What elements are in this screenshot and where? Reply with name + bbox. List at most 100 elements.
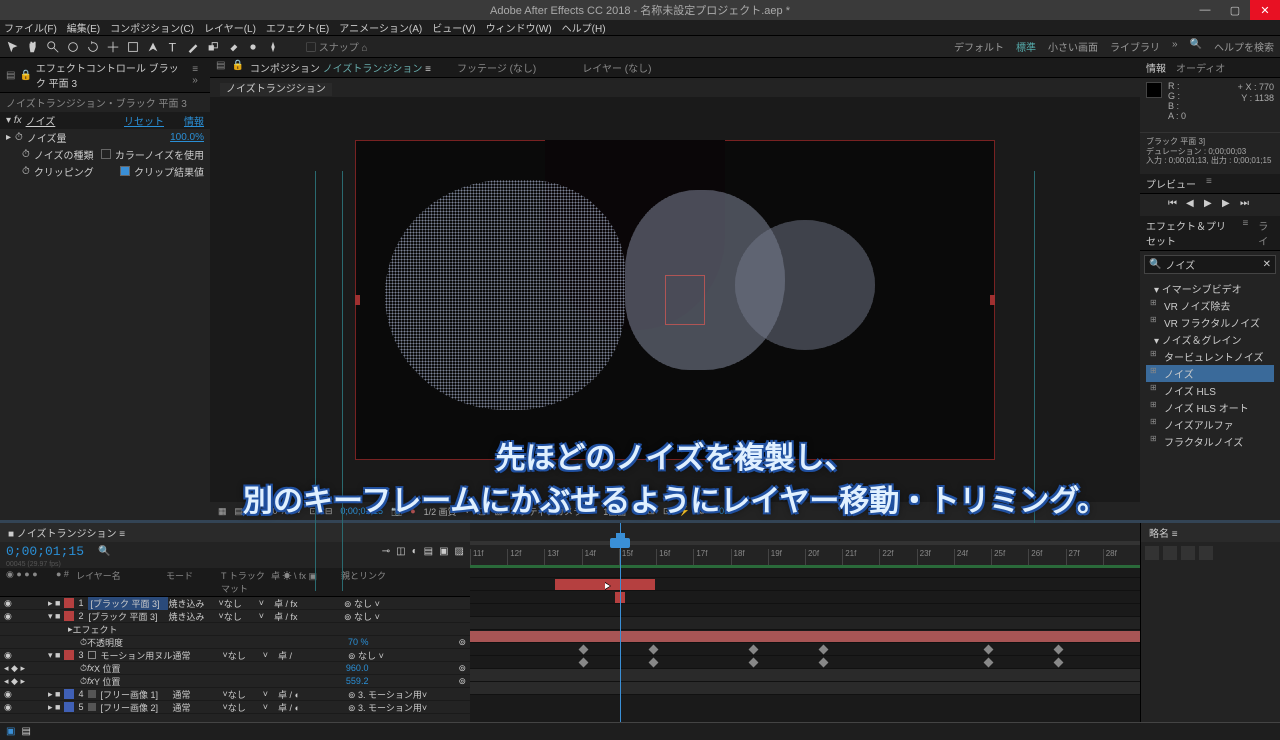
preset-folder[interactable]: ▾ イマーシブビデオ: [1146, 280, 1274, 297]
workspace-small[interactable]: 小さい画面: [1048, 39, 1098, 54]
last-frame-icon[interactable]: ⏭: [1240, 198, 1252, 210]
preset-item[interactable]: ノイズ HLS: [1146, 382, 1274, 399]
lock-icon[interactable]: 🔒: [231, 60, 243, 75]
effect-controls-tab[interactable]: エフェクトコントロール ブラック 平面 3: [36, 60, 188, 90]
preset-search[interactable]: 🔍 ノイズ ✕: [1144, 255, 1276, 274]
selection-tool-icon[interactable]: [6, 40, 20, 54]
stopwatch-icon[interactable]: ⏱: [22, 166, 30, 177]
next-frame-icon[interactable]: ▶: [1222, 198, 1234, 210]
blend-mode[interactable]: 通常: [172, 688, 222, 701]
menu-file[interactable]: ファイル(F): [4, 20, 57, 35]
ruler-tick[interactable]: 25f: [991, 549, 1028, 565]
keyframe[interactable]: [819, 645, 829, 655]
info-tab[interactable]: 情報: [1146, 60, 1166, 75]
orbit-tool-icon[interactable]: [66, 40, 80, 54]
ruler-tick[interactable]: 13f: [544, 549, 581, 565]
align-icon[interactable]: [1181, 546, 1195, 560]
layer-row[interactable]: ◉▾ ■3 モーション用ヌル 通常˅ なし˅ 卓 / ⊚ なし ˅: [0, 649, 470, 662]
menu-window[interactable]: ウィンドウ(W): [486, 20, 552, 35]
preset-item[interactable]: VR ノイズ除去: [1146, 297, 1274, 314]
blend-mode[interactable]: 焼き込み: [168, 610, 218, 623]
ruler-tick[interactable]: 28f: [1103, 549, 1140, 565]
blend-mode[interactable]: 焼き込み: [168, 597, 218, 610]
keyframe[interactable]: [819, 658, 829, 668]
search-icon[interactable]: 🔍: [1190, 39, 1202, 54]
panel-menu-icon[interactable]: ▤: [6, 70, 15, 81]
preset-item[interactable]: ノイズ HLS オート: [1146, 399, 1274, 416]
twirl-icon[interactable]: ▾ fx: [6, 115, 22, 126]
puppet-tool-icon[interactable]: [266, 40, 280, 54]
ruler-tick[interactable]: 17f: [693, 549, 730, 565]
blend-mode[interactable]: 通常: [172, 701, 222, 714]
layer-row[interactable]: ◉▸ ■5 [フリー画像 2] 通常˅ なし˅ 卓 / ◐ ⊚ 3. モーション…: [0, 701, 470, 714]
ruler-tick[interactable]: 15f: [619, 549, 656, 565]
menu-view[interactable]: ビュー(V): [432, 20, 475, 35]
ruler-tick[interactable]: 11f: [470, 549, 507, 565]
track-matte[interactable]: なし: [228, 688, 263, 701]
graph-toggle-icon[interactable]: ▨: [455, 546, 464, 557]
layer-name[interactable]: [ブラック 平面 3]: [88, 597, 168, 610]
stopwatch-icon[interactable]: ⏱: [15, 132, 23, 143]
ruler-tick[interactable]: 18f: [731, 549, 768, 565]
menu-animation[interactable]: アニメーション(A): [339, 20, 422, 35]
keyframe[interactable]: [1054, 645, 1064, 655]
color-label[interactable]: [64, 689, 74, 699]
lock-icon[interactable]: 🔒: [19, 70, 31, 81]
time-ruler[interactable]: 11f12f13f14f15f16f17f18f19f20f21f22f23f2…: [470, 549, 1140, 565]
ruler-tick[interactable]: 21f: [842, 549, 879, 565]
opacity-value[interactable]: 70 %: [348, 637, 369, 647]
property-row[interactable]: ◂ ◆ ▸⏱ fx Y 位置559.2⊚: [0, 675, 470, 688]
snap-label[interactable]: スナップ: [319, 43, 359, 54]
align-icon[interactable]: [1163, 546, 1177, 560]
reset-link[interactable]: リセット: [124, 113, 164, 128]
menu-effect[interactable]: エフェクト(E): [266, 20, 329, 35]
audio-tab[interactable]: オーディオ: [1176, 60, 1225, 75]
libraries-tab[interactable]: ライ: [1258, 218, 1274, 248]
ruler-tick[interactable]: 24f: [954, 549, 991, 565]
effect-name[interactable]: ノイズ: [26, 117, 56, 128]
clear-search-icon[interactable]: ✕: [1263, 259, 1271, 270]
property-row[interactable]: ⏱ 不透明度70 %⊚: [0, 636, 470, 649]
color-label[interactable]: [64, 702, 74, 712]
keyframe[interactable]: [649, 645, 659, 655]
workspace-default[interactable]: デフォルト: [954, 39, 1004, 54]
clone-tool-icon[interactable]: [206, 40, 220, 54]
play-icon[interactable]: ▶: [1204, 198, 1216, 210]
ruler-tick[interactable]: 14f: [582, 549, 619, 565]
chevron-right-icon[interactable]: »: [1172, 39, 1178, 54]
draft-3d-icon[interactable]: ▣: [439, 546, 448, 557]
ruler-tick[interactable]: 16f: [656, 549, 693, 565]
layer-name[interactable]: [フリー画像 1]: [100, 688, 172, 701]
layer-name[interactable]: [フリー画像 2]: [100, 701, 172, 714]
minimize-button[interactable]: —: [1190, 0, 1220, 20]
effects-presets-tab[interactable]: エフェクト＆プリセット: [1146, 218, 1232, 248]
keyframe[interactable]: [749, 658, 759, 668]
color-label[interactable]: [64, 650, 74, 660]
track-matte[interactable]: なし: [228, 701, 263, 714]
twirl-icon[interactable]: ▸: [6, 132, 11, 143]
rect-tool-icon[interactable]: [126, 40, 140, 54]
keyframe[interactable]: [1054, 658, 1064, 668]
panel-menu-chevron-icon[interactable]: ≡ »: [192, 64, 204, 86]
color-noise-checkbox[interactable]: [101, 149, 111, 159]
panel-menu-icon[interactable]: ▤: [216, 60, 225, 75]
ruler-tick[interactable]: 26f: [1028, 549, 1065, 565]
preview-tab[interactable]: プレビュー: [1146, 176, 1196, 191]
ruler-tick[interactable]: 23f: [917, 549, 954, 565]
y-position-value[interactable]: 559.2: [346, 676, 369, 686]
workspace-library[interactable]: ライブラリ: [1110, 39, 1160, 54]
stopwatch-icon[interactable]: ⏱: [22, 149, 30, 160]
ruler-tick[interactable]: 22f: [879, 549, 916, 565]
keyframe[interactable]: [579, 658, 589, 668]
graph-editor-icon[interactable]: ▤: [424, 546, 433, 557]
comp-subtab[interactable]: ノイズトランジション: [220, 83, 332, 96]
ruler-tick[interactable]: 19f: [768, 549, 805, 565]
work-area-bar[interactable]: [470, 541, 1140, 545]
track-matte[interactable]: なし: [228, 649, 263, 662]
footage-tab[interactable]: フッテージ (なし): [457, 60, 536, 75]
preset-item[interactable]: VR フラクタルノイズ: [1146, 314, 1274, 331]
layer-bar[interactable]: [470, 631, 1140, 642]
handle-right[interactable]: [990, 295, 995, 305]
layer-row[interactable]: ◉▾ ■2 [ブラック 平面 3] 焼き込み˅ なし˅ 卓 / fx ⊚ なし …: [0, 610, 470, 623]
keyframe[interactable]: [749, 645, 759, 655]
